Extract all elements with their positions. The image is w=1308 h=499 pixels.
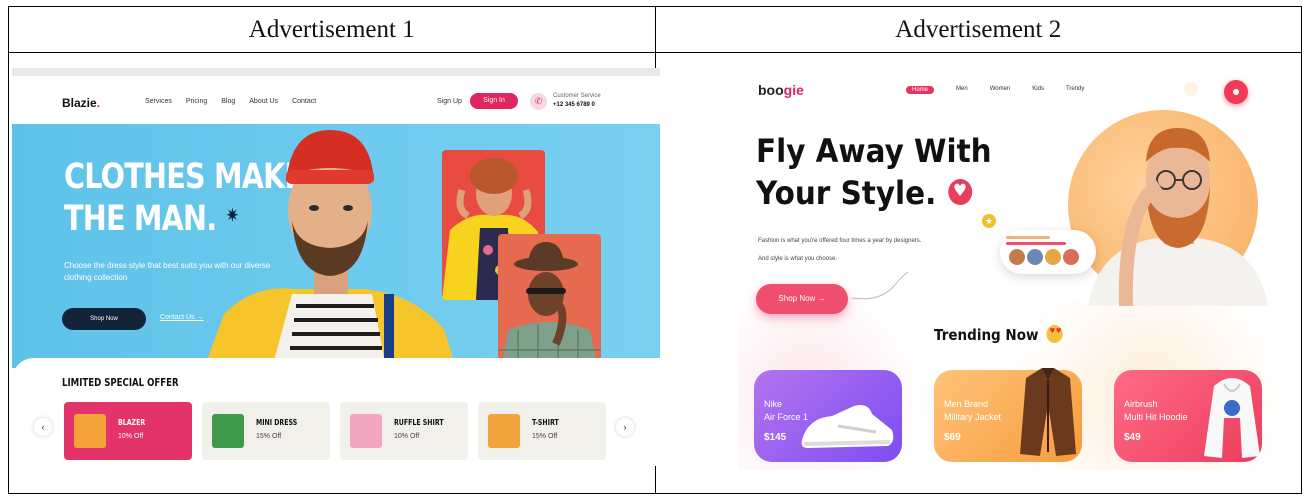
carousel-next-button[interactable]: › (616, 418, 634, 436)
sign-up-link[interactable]: Sign Up (437, 98, 462, 105)
product-card-jacket[interactable]: Men Brand Military Jacket $69 (934, 368, 1082, 462)
product-price: $145 (764, 432, 787, 443)
phone-icon: ✆ (530, 93, 547, 110)
nav-trendy[interactable]: Trendy (1066, 86, 1084, 94)
offer-title: LIMITED SPECIAL OFFER (62, 376, 179, 389)
heart-eyes-emoji-icon (1046, 324, 1063, 343)
shop-now-button[interactable]: Shop Now → (756, 284, 848, 314)
product-discount: 10% Off (118, 433, 144, 440)
offer-card-t-shirt[interactable]: T-SHIRT 15% Off (478, 402, 606, 460)
ad1-nav-links: Services Pricing Blog About Us Contact (145, 98, 316, 105)
product-discount: 15% Off (256, 433, 282, 440)
product-label: Men Brand Military Jacket (944, 399, 1002, 422)
ad2-nav-links: Home Men Women Kids Trendy (906, 86, 1084, 94)
carousel-prev-button[interactable]: ‹ (34, 418, 52, 436)
avatar (1026, 248, 1044, 266)
search-icon[interactable] (1184, 82, 1198, 96)
rating-bar (1006, 236, 1050, 239)
product-card-hoodie[interactable]: Airbrush Multi Hit Hoodie $49 (1114, 370, 1262, 462)
customer-service: Customer Service +12 345 6789 0 (553, 92, 601, 110)
avatar (1008, 248, 1026, 266)
contact-us-link[interactable]: Contact Us → (160, 314, 204, 321)
customer-service-label: Customer Service (553, 93, 601, 99)
product-discount: 15% Off (532, 433, 558, 440)
nav-services[interactable]: Services (145, 98, 172, 105)
sign-in-button[interactable]: Sign In (470, 93, 518, 109)
nav-men[interactable]: Men (956, 86, 968, 94)
shop-now-button[interactable]: Shop Now (62, 308, 146, 330)
ad2-logo[interactable]: boogie (758, 82, 804, 98)
product-card-nike[interactable]: Nike Air Force 1 $145 (754, 370, 902, 462)
product-label: Airbrush Multi Hit Hoodie (1124, 399, 1188, 422)
product-thumb (350, 414, 382, 448)
offer-card-ruffle-shirt[interactable]: RUFFLE SHIRT 10% Off (340, 402, 468, 460)
advertisement-2: boogie Home Men Women Kids Trendy Fly Aw… (738, 68, 1284, 470)
product-price: $69 (944, 432, 961, 443)
table-header-ad2: Advertisement 2 (654, 6, 1302, 53)
ad1-hero-banner: CLOTHES MAKE THE MAN. ✷ Choose the dress… (12, 124, 660, 386)
cart-icon[interactable] (1224, 80, 1248, 104)
star-icon: ★ (982, 214, 996, 228)
hero-model-image (204, 130, 456, 368)
nav-home[interactable]: Home (906, 86, 935, 94)
product-name: BLAZER (118, 418, 146, 427)
table-header-ad1: Advertisement 1 (8, 6, 656, 53)
product-name: T-SHIRT (532, 418, 559, 427)
rating-bar (1006, 242, 1066, 245)
hoodie-image (1204, 378, 1260, 458)
page: Advertisement 1 Advertisement 2 Blazie. … (0, 0, 1308, 499)
hero-model-image (1088, 128, 1268, 306)
nav-about-us[interactable]: About Us (249, 98, 278, 105)
advertisement-1: Blazie. Services Pricing Blog About Us C… (12, 68, 660, 466)
ad1-offer-section: LIMITED SPECIAL OFFER ‹ › BLAZER 10% Off… (12, 358, 660, 466)
offer-card-blazer[interactable]: BLAZER 10% Off (64, 402, 192, 460)
product-thumb (488, 414, 520, 448)
heart-icon (948, 179, 973, 205)
product-thumb (74, 414, 106, 448)
nav-contact[interactable]: Contact (292, 98, 316, 105)
product-name: RUFFLE SHIRT (394, 418, 444, 427)
product-discount: 10% Off (394, 433, 420, 440)
nav-kids[interactable]: Kids (1032, 86, 1044, 94)
offer-card-mini-dress[interactable]: MINI DRESS 15% Off (202, 402, 330, 460)
offer-product-list: BLAZER 10% Off MINI DRESS 15% Off RUFFLE… (64, 402, 606, 460)
browser-bar (12, 68, 660, 76)
sneaker-image (801, 405, 894, 448)
avatar (1044, 248, 1062, 266)
decorative-curve (851, 271, 909, 300)
ad1-logo[interactable]: Blazie. (62, 96, 100, 110)
nav-women[interactable]: Women (990, 86, 1011, 94)
product-price: $49 (1124, 432, 1141, 443)
product-name: MINI DRESS (256, 418, 298, 427)
hero-description: Fashion is what you're offered four time… (758, 238, 922, 262)
nav-blog[interactable]: Blog (221, 98, 235, 105)
leather-jacket-image (1020, 368, 1076, 456)
nav-pricing[interactable]: Pricing (186, 98, 207, 105)
product-thumb (212, 414, 244, 448)
avatar (1062, 248, 1080, 266)
hero-title: Fly Away With Your Style. (756, 130, 992, 214)
ad1-navbar: Blazie. Services Pricing Blog About Us C… (12, 76, 660, 124)
customer-service-phone: +12 345 6789 0 (553, 102, 595, 108)
trending-heading: Trending Now (934, 324, 1063, 345)
